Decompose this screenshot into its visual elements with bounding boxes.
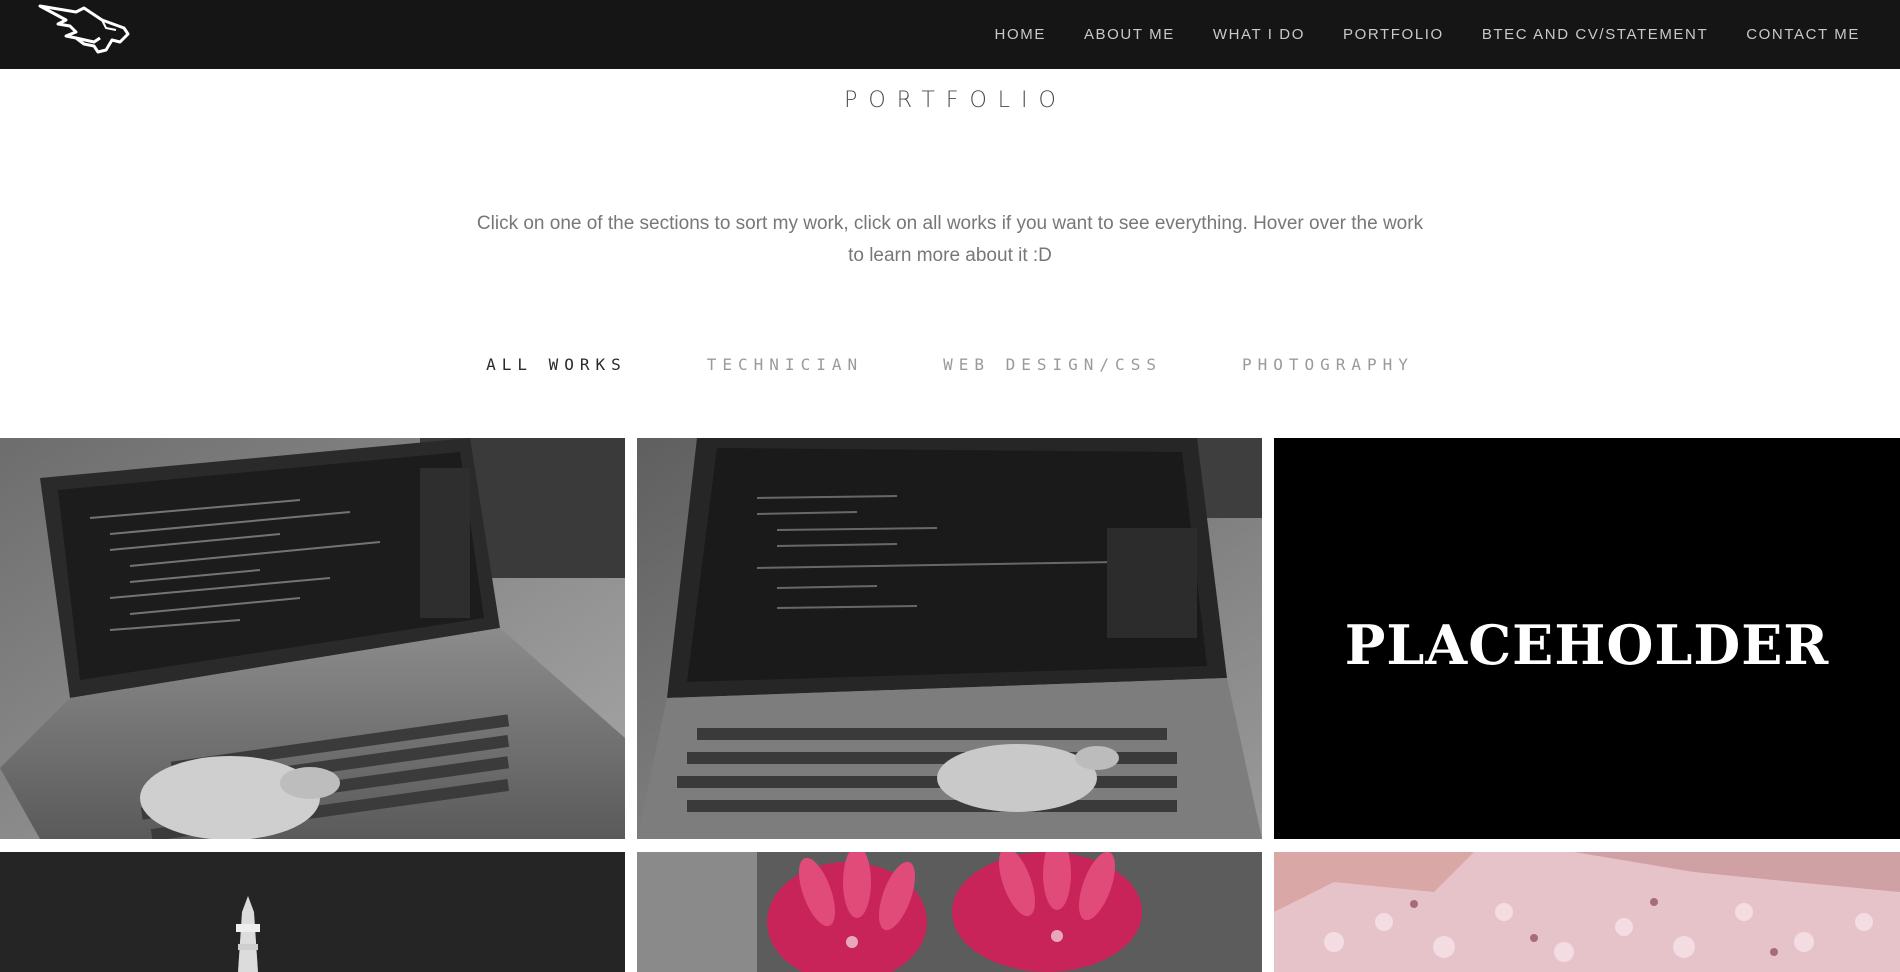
intro-text: Click on one of the sections to sort my …	[476, 213, 1424, 266]
top-navbar: HOME ABOUT ME WHAT I DO PORTFOLIO BTEC A…	[0, 0, 1900, 69]
filter-photography[interactable]: PHOTOGRAPHY	[1242, 355, 1414, 374]
pink-flower-photo[interactable]	[637, 852, 1262, 972]
bull-head-logo-icon[interactable]	[36, 2, 132, 68]
portfolio-filters: ALL WORKS TECHNICIAN WEB DESIGN/CSS PHOT…	[0, 355, 1900, 374]
filter-technician[interactable]: TECHNICIAN	[707, 355, 863, 374]
nav-contact-me[interactable]: CONTACT ME	[1746, 26, 1860, 43]
nav-what-i-do[interactable]: WHAT I DO	[1213, 26, 1305, 43]
nav-links: HOME ABOUT ME WHAT I DO PORTFOLIO BTEC A…	[957, 0, 1860, 69]
nav-home[interactable]: HOME	[995, 26, 1046, 43]
placeholder-text: PLACEHOLDER	[1344, 612, 1830, 677]
nav-btec-cv[interactable]: BTEC AND CV/STATEMENT	[1482, 26, 1708, 43]
nav-portfolio[interactable]: PORTFOLIO	[1343, 26, 1444, 43]
page-title: PORTFOLIO	[844, 88, 1067, 113]
filter-web-design[interactable]: WEB DESIGN/CSS	[943, 355, 1162, 374]
tower-night-photo[interactable]	[0, 852, 625, 972]
pink-texture-photo[interactable]	[1274, 852, 1900, 972]
placeholder-tile[interactable]: PLACEHOLDER	[1274, 438, 1900, 839]
filter-all-works[interactable]: ALL WORKS	[486, 355, 627, 374]
laptop-ide-photo[interactable]	[637, 438, 1262, 839]
nav-about-me[interactable]: ABOUT ME	[1084, 26, 1175, 43]
laptop-coding-photo[interactable]	[0, 438, 625, 839]
